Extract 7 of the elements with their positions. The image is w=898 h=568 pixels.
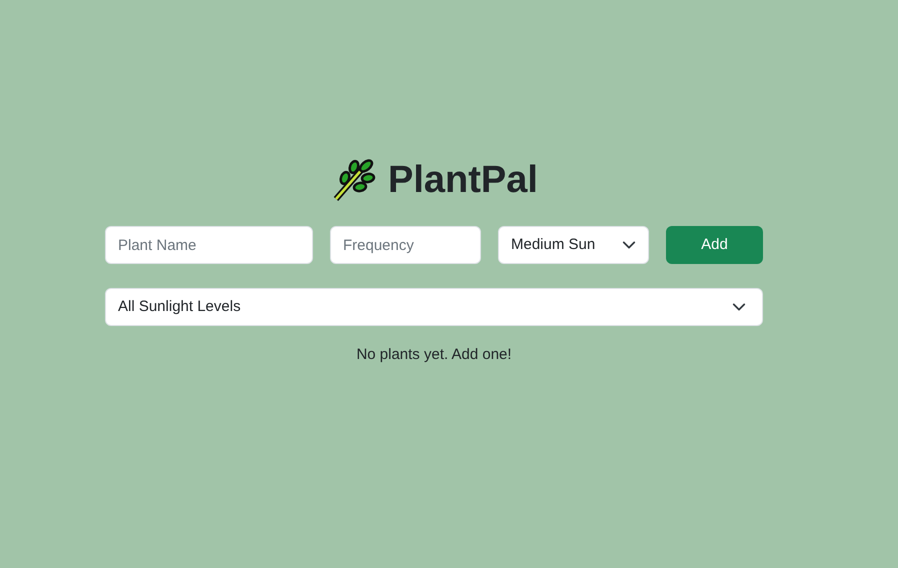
sunlight-select[interactable]: Medium Sun <box>498 226 649 264</box>
frequency-field[interactable]: Frequency <box>330 226 481 264</box>
sunlight-filter-select[interactable]: All Sunlight Levels <box>105 288 763 326</box>
add-button[interactable]: Add <box>666 226 763 264</box>
plant-name-field[interactable]: Plant Name <box>105 226 313 264</box>
empty-message: No plants yet. Add one! <box>355 345 513 365</box>
app-title: PlantPal <box>388 161 538 199</box>
